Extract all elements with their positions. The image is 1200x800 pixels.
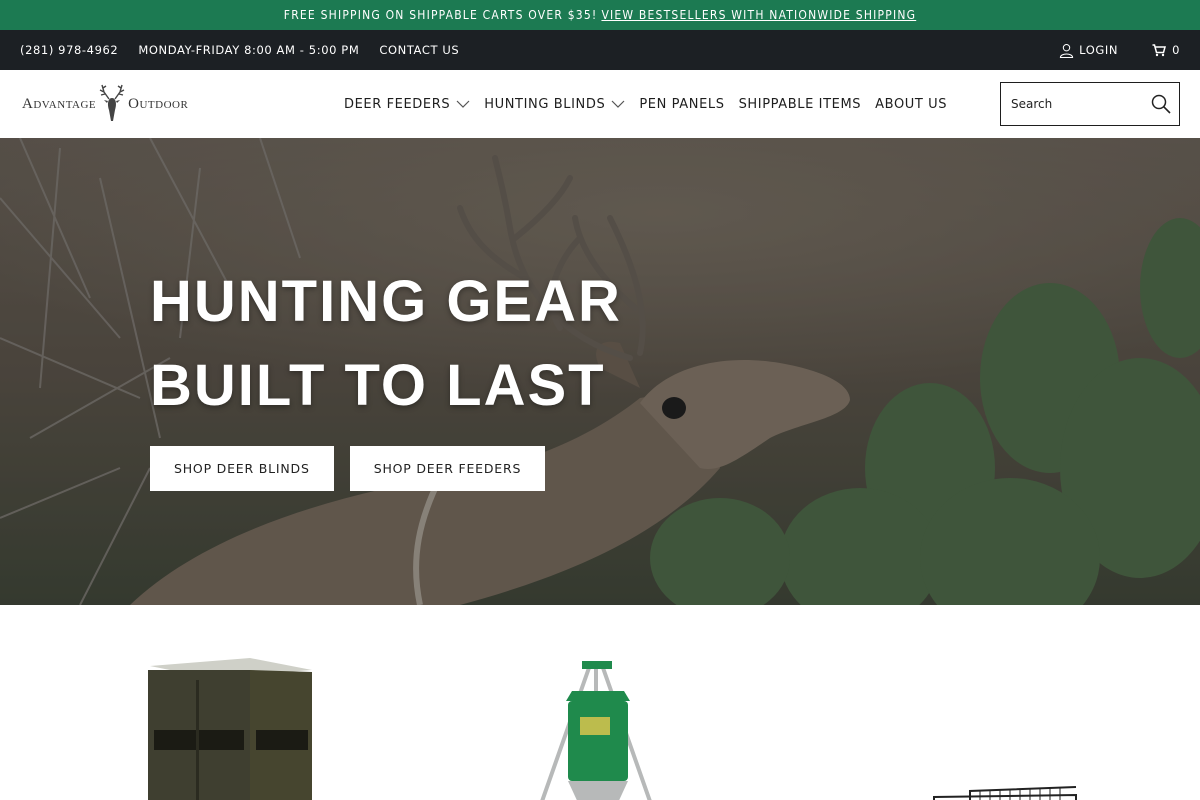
tripod-feeder-image[interactable]	[520, 657, 670, 800]
nav-deer-feeders[interactable]: DEER FEEDERS	[344, 97, 470, 112]
business-hours: MONDAY-FRIDAY 8:00 AM - 5:00 PM	[138, 43, 360, 57]
account-area: LOGIN 0	[1059, 43, 1180, 58]
phone-number[interactable]: (281) 978-4962	[20, 43, 118, 57]
chevron-down-icon	[611, 100, 625, 108]
logo-text-left: Advantage	[22, 95, 97, 112]
user-icon	[1059, 43, 1074, 58]
chevron-down-icon	[456, 100, 470, 108]
hero-heading-line2: BUILT TO LAST	[150, 353, 606, 418]
nav-about-us-label: ABOUT US	[875, 96, 948, 112]
login-label: LOGIN	[1079, 43, 1119, 57]
site-header: Advantage Outdoor DEER FEEDERS HUNTING B…	[0, 70, 1200, 138]
hunting-blind-image[interactable]	[140, 650, 320, 800]
nav-pen-panels[interactable]: PEN PANELS	[639, 97, 724, 112]
cart-icon	[1152, 43, 1167, 56]
brand-logo[interactable]: Advantage Outdoor	[22, 82, 204, 126]
logo-text-right: Outdoor	[128, 95, 189, 112]
hero-buttons: SHOP DEER BLINDS SHOP DEER FEEDERS	[150, 446, 561, 491]
deer-head-icon	[99, 84, 125, 121]
hero-heading-line1: HUNTING GEAR	[150, 269, 622, 334]
search-input[interactable]	[1011, 97, 1141, 111]
main-nav: DEER FEEDERS HUNTING BLINDS PEN PANELS S…	[344, 70, 961, 138]
featured-products	[0, 605, 1200, 800]
utility-bar: (281) 978-4962 MONDAY-FRIDAY 8:00 AM - 5…	[0, 30, 1200, 70]
nav-shippable-items-label: SHIPPABLE ITEMS	[738, 96, 862, 112]
bestsellers-link[interactable]: VIEW BESTSELLERS WITH NATIONWIDE SHIPPIN…	[601, 8, 916, 22]
contact-us-link[interactable]: CONTACT US	[379, 43, 459, 57]
announcement-bar: FREE SHIPPING ON SHIPPABLE CARTS OVER $3…	[0, 0, 1200, 30]
search-icon[interactable]	[1151, 94, 1171, 114]
nav-hunting-blinds[interactable]: HUNTING BLINDS	[484, 97, 625, 112]
nav-pen-panels-label: PEN PANELS	[639, 96, 725, 112]
pen-panel-image[interactable]	[930, 775, 1080, 800]
nav-hunting-blinds-label: HUNTING BLINDS	[484, 96, 606, 112]
announcement-text: FREE SHIPPING ON SHIPPABLE CARTS OVER $3…	[283, 8, 598, 22]
hero-heading: HUNTING GEAR BUILT TO LAST	[150, 260, 770, 428]
nav-about-us[interactable]: ABOUT US	[875, 97, 947, 112]
nav-deer-feeders-label: DEER FEEDERS	[344, 96, 451, 112]
cart-count: 0	[1172, 43, 1180, 57]
hero-banner: HUNTING GEAR BUILT TO LAST SHOP DEER BLI…	[0, 138, 1200, 605]
shop-deer-blinds-button[interactable]: SHOP DEER BLINDS	[150, 446, 334, 491]
nav-shippable-items[interactable]: SHIPPABLE ITEMS	[739, 97, 862, 112]
login-link[interactable]: LOGIN	[1059, 43, 1118, 58]
shop-deer-feeders-button[interactable]: SHOP DEER FEEDERS	[349, 446, 546, 491]
search-box	[1000, 82, 1180, 126]
cart-link[interactable]: 0	[1152, 43, 1180, 57]
